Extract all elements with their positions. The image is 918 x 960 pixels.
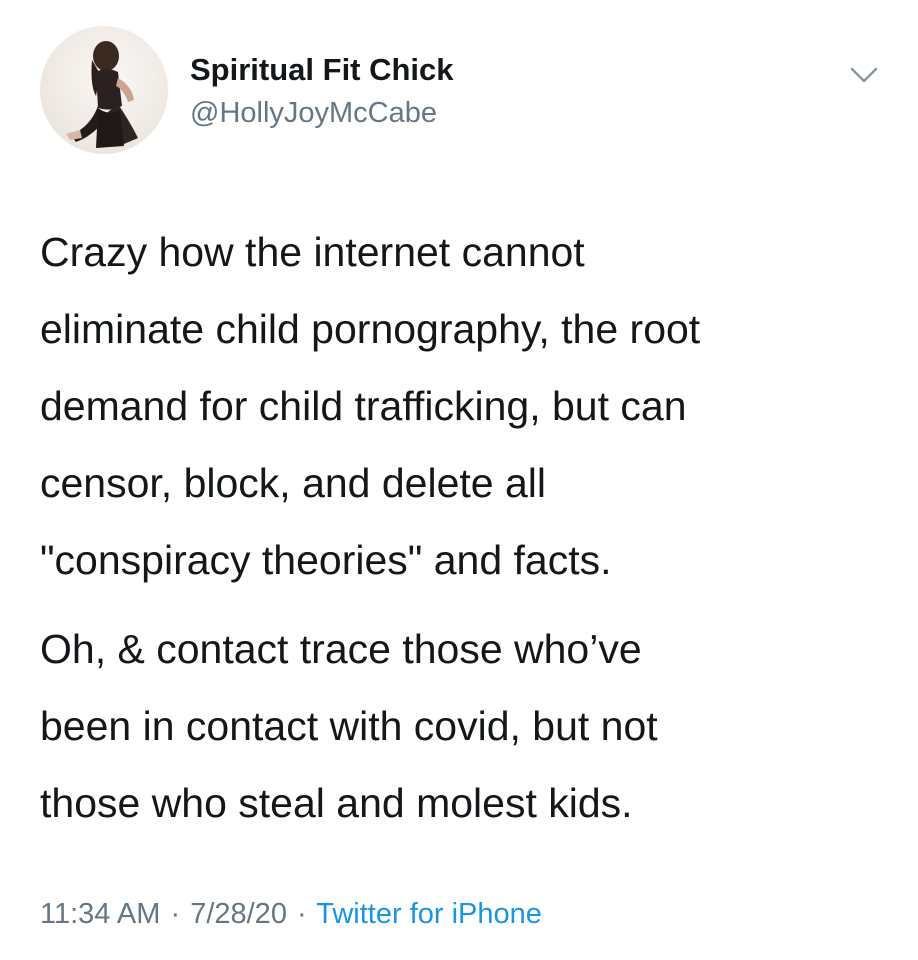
tweet-text-line: eliminate child pornography, the root bbox=[40, 306, 701, 352]
tweet-card: Spiritual Fit Chick @HollyJoyMcCabe Craz… bbox=[0, 0, 918, 960]
tweet-source-link[interactable]: Twitter for iPhone bbox=[316, 898, 542, 930]
chevron-down-icon[interactable] bbox=[846, 60, 882, 90]
separator-dot: · bbox=[170, 898, 181, 930]
tweet-text-line: "conspiracy theories" and facts. bbox=[40, 537, 612, 583]
tweet-text-line: been in contact with covid, but not bbox=[40, 703, 658, 749]
tweet-metadata: 11:34 AM · 7/28/20 · Twitter for iPhone bbox=[40, 898, 542, 931]
separator-dot: · bbox=[297, 898, 307, 930]
tweet-text-line: Crazy how the internet cannot bbox=[40, 229, 585, 275]
display-name[interactable]: Spiritual Fit Chick bbox=[190, 52, 454, 88]
tweet-date[interactable]: 7/28/20 bbox=[190, 898, 287, 930]
tweet-text-line: demand for child trafficking, but can bbox=[40, 383, 687, 429]
tweet-text-line: Oh, & contact trace those who’ve bbox=[40, 626, 642, 672]
tweet-paragraph: Crazy how the internet cannot eliminate … bbox=[40, 214, 890, 599]
tweet-text-line: censor, block, and delete all bbox=[40, 460, 546, 506]
tweet-text: Crazy how the internet cannot eliminate … bbox=[40, 214, 890, 854]
tweet-paragraph: Oh, & contact trace those who’ve been in… bbox=[40, 611, 890, 842]
tweet-text-line: those who steal and molest kids. bbox=[40, 780, 633, 826]
avatar[interactable] bbox=[40, 26, 168, 154]
profile-photo-icon bbox=[66, 41, 138, 148]
tweet-time[interactable]: 11:34 AM bbox=[40, 898, 160, 930]
user-handle[interactable]: @HollyJoyMcCabe bbox=[190, 97, 437, 130]
